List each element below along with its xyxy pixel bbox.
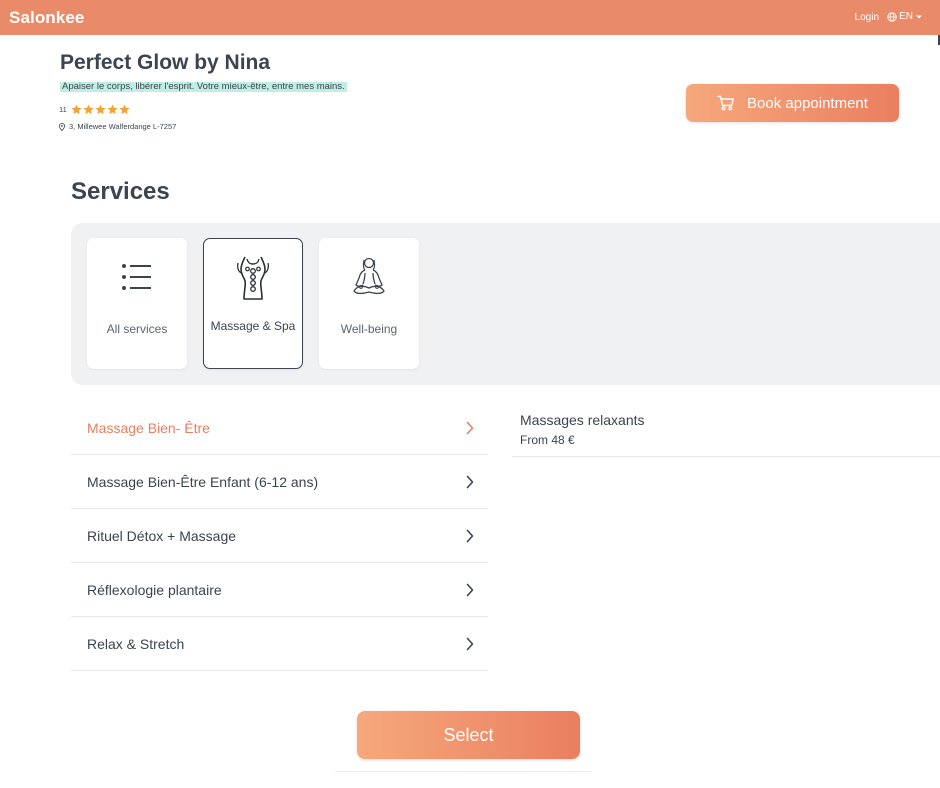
service-label: Rituel Détox + Massage <box>87 527 237 544</box>
service-option-name: Massages relaxants <box>520 412 645 428</box>
service-item-rituel-detox[interactable]: Rituel Détox + Massage <box>71 509 488 563</box>
chevron-right-icon <box>466 421 474 434</box>
star-icon <box>83 104 94 115</box>
category-all-services[interactable]: All services <box>87 238 187 369</box>
top-navigation-bar: Salonkee Login EN <box>0 0 940 35</box>
category-label: All services <box>106 322 168 336</box>
address-text: 3, Millewee Walferdange L-7257 <box>69 122 177 131</box>
select-button[interactable]: Select <box>357 711 580 759</box>
star-icon <box>107 104 118 115</box>
login-link[interactable]: Login <box>855 12 879 23</box>
salon-address[interactable]: 3, Millewee Walferdange L-7257 <box>59 122 176 131</box>
salon-tagline: Apaiser le corps, libérer l'esprit. Votr… <box>60 81 347 92</box>
brand-logo[interactable]: Salonkee <box>9 8 84 28</box>
category-massage-spa[interactable]: Massage & Spa <box>203 238 303 369</box>
chevron-right-icon <box>466 583 474 596</box>
rating-stars <box>71 104 130 115</box>
service-item-massage-bien-etre[interactable]: Massage Bien- Être <box>71 401 488 455</box>
star-icon <box>95 104 106 115</box>
service-list: Massage Bien- Être Massage Bien-Être Enf… <box>71 401 488 671</box>
book-appointment-button[interactable]: Book appointment <box>686 84 899 122</box>
chevron-right-icon <box>466 529 474 542</box>
service-item-relax-stretch[interactable]: Relax & Stretch <box>71 617 488 671</box>
category-panel: All services Massage & Spa Well-being <box>71 223 940 385</box>
massage-icon <box>235 256 271 300</box>
meditation-icon <box>349 256 389 298</box>
location-pin-icon <box>59 122 65 131</box>
services-heading: Services <box>71 178 170 205</box>
service-label: Massage Bien-Être Enfant (6-12 ans) <box>87 473 319 490</box>
service-label: Massage Bien- Être <box>87 419 210 436</box>
service-option-price: From 48 € <box>520 433 575 447</box>
globe-icon <box>887 11 897 22</box>
service-item-reflexologie[interactable]: Réflexologie plantaire <box>71 563 488 617</box>
list-icon <box>121 256 153 298</box>
service-detail-option[interactable]: Massages relaxants From 48 € <box>512 403 940 457</box>
star-icon <box>119 104 130 115</box>
star-icon <box>71 104 82 115</box>
rating-count: 11 <box>59 105 67 114</box>
language-selector[interactable]: EN <box>887 11 923 22</box>
caret-down-icon <box>916 15 922 18</box>
salon-rating[interactable]: 11 <box>59 104 130 115</box>
service-item-massage-enfant[interactable]: Massage Bien-Être Enfant (6-12 ans) <box>71 455 488 509</box>
category-well-being[interactable]: Well-being <box>319 238 419 369</box>
book-appointment-label: Book appointment <box>747 94 868 112</box>
chevron-right-icon <box>466 475 474 488</box>
service-label: Relax & Stretch <box>87 635 185 652</box>
service-label: Réflexologie plantaire <box>87 581 222 598</box>
chevron-right-icon <box>466 637 474 650</box>
category-label: Well-being <box>340 322 398 336</box>
language-label: EN <box>899 11 913 22</box>
salon-name: Perfect Glow by Nina <box>60 51 271 74</box>
divider <box>335 771 591 772</box>
cart-icon <box>717 95 735 111</box>
category-label: Massage & Spa <box>210 319 296 333</box>
